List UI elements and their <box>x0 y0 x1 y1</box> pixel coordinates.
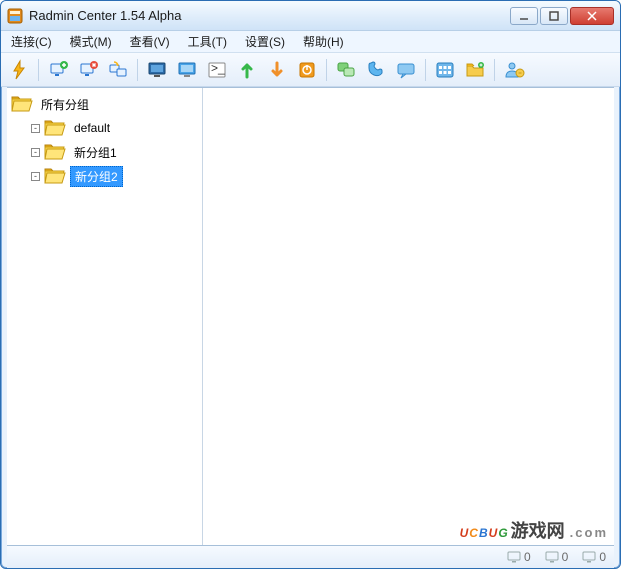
window-title: Radmin Center 1.54 Alpha <box>29 8 510 23</box>
tree-item-group1[interactable]: - 新分组1 <box>7 140 202 164</box>
menu-mode[interactable]: 模式(M) <box>66 31 116 52</box>
tree-item-default[interactable]: - default <box>7 116 202 140</box>
menu-settings[interactable]: 设置(S) <box>241 31 289 52</box>
app-window: Radmin Center 1.54 Alpha 连接(C) 模式(M) 查看(… <box>0 0 621 569</box>
status-offline-count: 0 <box>562 550 569 564</box>
menu-connect[interactable]: 连接(C) <box>7 31 56 52</box>
full-control-button[interactable] <box>143 56 171 84</box>
status-offline: 0 <box>545 550 569 564</box>
expand-icon[interactable]: - <box>31 124 40 133</box>
watermark: UCBUG 游戏网 .com <box>460 517 608 543</box>
close-button[interactable] <box>570 7 614 25</box>
chat-button[interactable] <box>332 56 360 84</box>
separator <box>326 59 327 81</box>
svg-text:>_: >_ <box>211 61 225 75</box>
terminal-button[interactable]: >_ <box>203 56 231 84</box>
list-pane[interactable]: UCBUG 游戏网 .com <box>203 88 614 545</box>
tree-item-label: default <box>70 120 114 136</box>
window-buttons <box>510 7 614 25</box>
monitor-icon <box>582 551 596 563</box>
remove-host-button[interactable] <box>74 56 102 84</box>
statusbar: 0 0 0 <box>7 546 614 568</box>
titlebar: Radmin Center 1.54 Alpha <box>1 1 620 31</box>
file-upload-button[interactable] <box>233 56 261 84</box>
toolbar: >_ <box>1 53 620 87</box>
refresh-hosts-button[interactable] <box>104 56 132 84</box>
tree-item-label: 新分组2 <box>70 166 123 187</box>
grid-view-button[interactable] <box>431 56 459 84</box>
monitor-icon <box>507 551 521 563</box>
add-host-button[interactable] <box>44 56 72 84</box>
menubar: 连接(C) 模式(M) 查看(V) 工具(T) 设置(S) 帮助(H) <box>1 31 620 53</box>
watermark-cn: 游戏网 <box>511 517 565 543</box>
content-area: 所有分组 - default - 新分组1 - <box>7 87 614 546</box>
voice-button[interactable] <box>362 56 390 84</box>
tree-root-label: 所有分组 <box>37 95 93 114</box>
monitor-icon <box>545 551 559 563</box>
separator <box>425 59 426 81</box>
status-online-count: 0 <box>524 550 531 564</box>
tree-item-label: 新分组1 <box>70 143 121 162</box>
power-button[interactable] <box>293 56 321 84</box>
status-online: 0 <box>507 550 531 564</box>
app-icon <box>7 8 23 24</box>
minimize-button[interactable] <box>510 7 538 25</box>
view-only-button[interactable] <box>173 56 201 84</box>
expand-icon[interactable]: - <box>31 172 40 181</box>
maximize-button[interactable] <box>540 7 568 25</box>
folder-open-icon <box>11 95 33 113</box>
folder-open-icon <box>44 143 66 161</box>
folder-open-icon <box>44 119 66 137</box>
menu-tools[interactable]: 工具(T) <box>184 31 231 52</box>
status-total-count: 0 <box>599 550 606 564</box>
tree-root[interactable]: 所有分组 <box>7 92 202 116</box>
message-button[interactable] <box>392 56 420 84</box>
menu-help[interactable]: 帮助(H) <box>299 31 348 52</box>
menu-view[interactable]: 查看(V) <box>126 31 174 52</box>
tree-item-group2[interactable]: - 新分组2 <box>7 164 202 188</box>
separator <box>137 59 138 81</box>
groups-button[interactable] <box>461 56 489 84</box>
tree-pane[interactable]: 所有分组 - default - 新分组1 - <box>7 88 203 545</box>
connect-flash-button[interactable] <box>5 56 33 84</box>
status-total: 0 <box>582 550 606 564</box>
expand-icon[interactable]: - <box>31 148 40 157</box>
file-download-button[interactable] <box>263 56 291 84</box>
separator <box>38 59 39 81</box>
folder-open-icon <box>44 167 66 185</box>
watermark-com: .com <box>570 525 608 540</box>
separator <box>494 59 495 81</box>
users-button[interactable] <box>500 56 528 84</box>
